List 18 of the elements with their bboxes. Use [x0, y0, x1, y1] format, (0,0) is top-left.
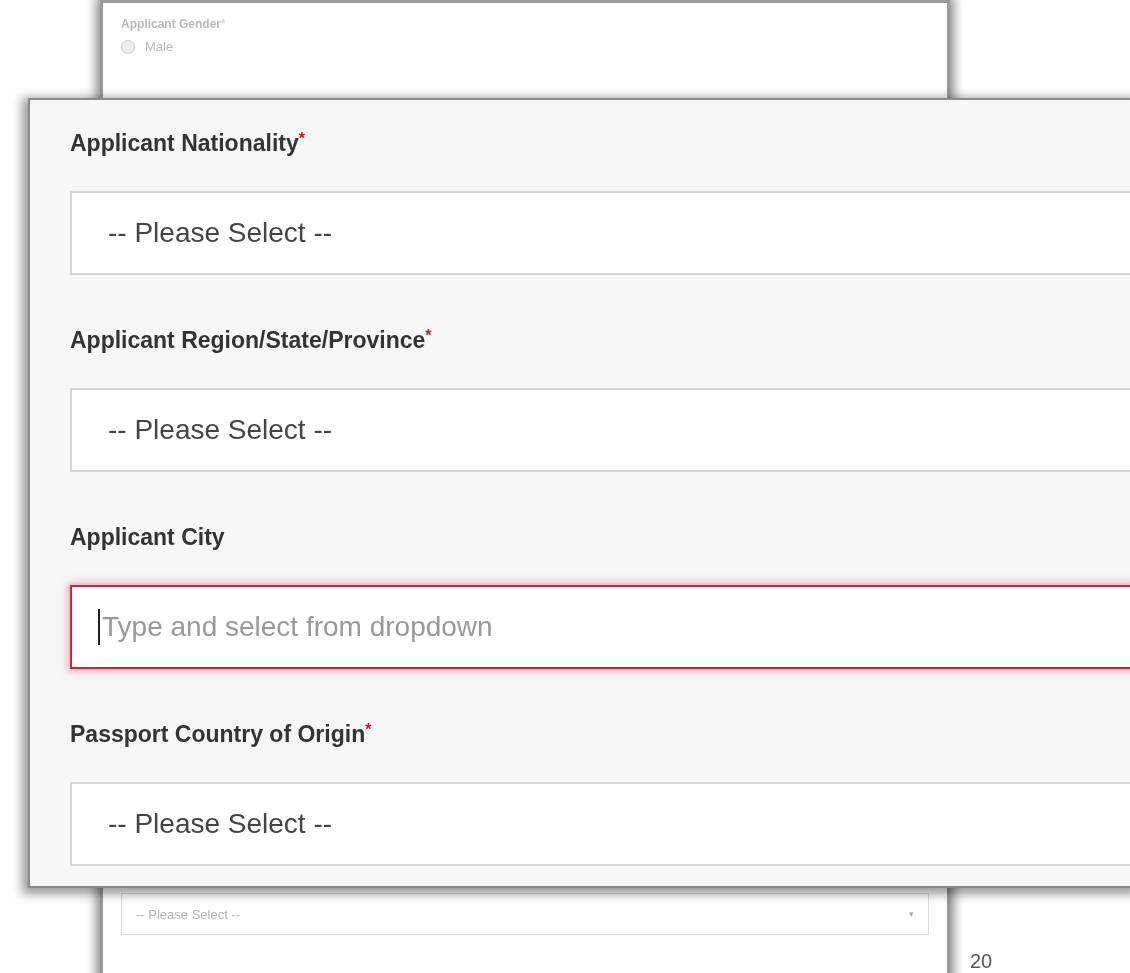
field-label: Applicant Region/State/Province — [70, 327, 426, 354]
field-label: Passport Country of Origin — [70, 721, 366, 748]
required-mark: * — [365, 721, 372, 738]
text-cursor-icon — [98, 609, 100, 645]
required-mark: * — [425, 327, 432, 344]
select-field[interactable]: -- Please Select -- — [70, 388, 1130, 472]
select-field[interactable]: -- Please Select -- — [70, 191, 1130, 275]
required-mark: * — [221, 17, 226, 31]
field-label: Applicant City — [70, 524, 225, 551]
page-number: 20 — [970, 950, 993, 973]
input-field[interactable]: Type and select from dropdown — [70, 585, 1130, 669]
field-label: Applicant Gender — [121, 17, 221, 31]
field-label: Applicant Nationality — [70, 130, 299, 157]
radio-button[interactable] — [121, 39, 135, 54]
caret-icon: ▾ — [909, 909, 914, 919]
select-field[interactable]: -- Please Select -- — [70, 782, 1130, 866]
radio-label: Male — [145, 39, 174, 54]
required-mark: * — [298, 130, 305, 147]
